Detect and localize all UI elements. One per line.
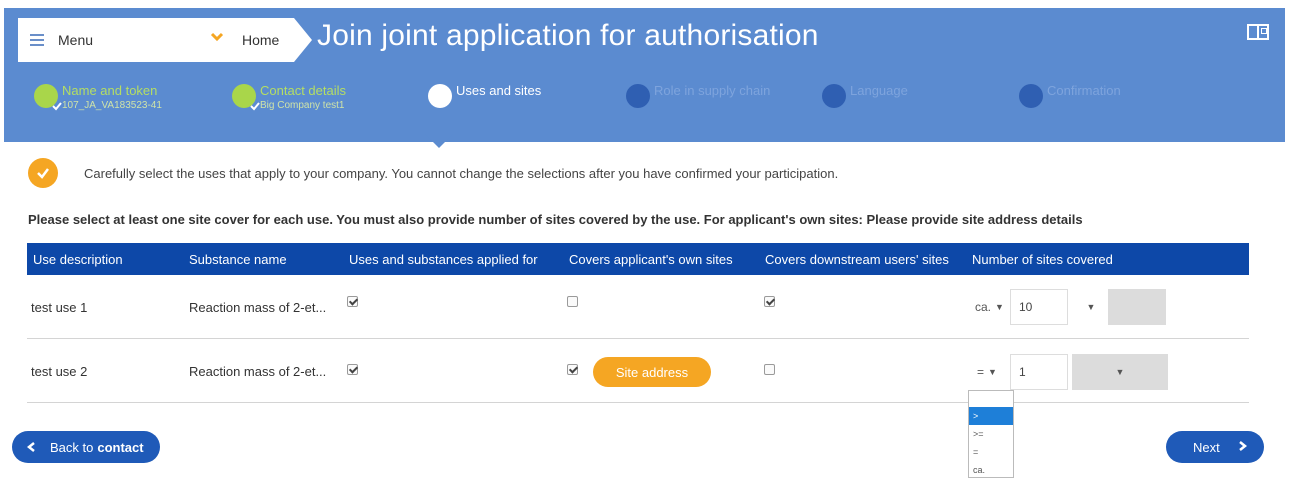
sites-number-value: 10 — [1019, 300, 1033, 314]
caret-down-icon: ▼ — [995, 302, 1004, 312]
step-label: Uses and sites — [456, 83, 542, 98]
qualifier-value: ca. — [975, 300, 992, 314]
step-confirmation: Confirmation — [1019, 84, 1121, 108]
step-current-icon — [428, 84, 452, 108]
instruction-text: Please select at least one site cover fo… — [28, 212, 1083, 227]
qualifier-option[interactable]: = — [969, 443, 1013, 461]
step-uses-and-sites: Uses and sites — [428, 84, 541, 108]
page-title: Join joint application for authorisation — [317, 19, 819, 52]
step-label: Role in supply chain — [654, 83, 771, 98]
breadcrumb-home-label: Home — [242, 32, 280, 48]
site-extra-field — [1108, 289, 1166, 325]
page-header: Menu Home Join joint application for aut… — [4, 8, 1285, 142]
sites-number-input[interactable]: 10 — [1010, 289, 1068, 325]
applied-checkbox[interactable] — [347, 269, 358, 333]
menu-dropdown[interactable]: Menu — [18, 18, 232, 62]
qualifier-option[interactable]: >= — [969, 425, 1013, 443]
step-sublabel: Big Company test1 — [260, 100, 345, 111]
step-complete-icon — [232, 84, 260, 111]
back-to-contact-button[interactable]: Back to contact — [12, 431, 160, 463]
substance-name: Reaction mass of 2-et... — [189, 363, 327, 379]
own-sites-checkbox[interactable] — [567, 337, 578, 401]
back-prefix: Back to — [50, 439, 94, 455]
caret-down-icon: ▼ — [988, 367, 997, 377]
unit-select[interactable]: ▼ — [1072, 354, 1168, 390]
qualifier-dropdown-list: > >= = ca. — [968, 390, 1014, 478]
qualifier-select[interactable]: = ▼ — [977, 354, 997, 390]
applied-checkbox[interactable] — [347, 337, 358, 401]
col-use-description: Use description — [33, 252, 123, 267]
back-target: contact — [97, 439, 144, 455]
progress-steps: Name and token 107_JA_VA183523-41 Contact… — [4, 78, 1285, 142]
qualifier-value: = — [977, 365, 985, 379]
current-step-pointer — [425, 134, 453, 148]
step-sublabel: 107_JA_VA183523-41 — [62, 100, 162, 111]
next-label: Next — [1193, 439, 1220, 455]
col-uses-applied: Uses and substances applied for — [349, 252, 538, 267]
book-icon[interactable] — [1247, 24, 1269, 40]
step-contact-details[interactable]: Contact details Big Company test1 — [232, 84, 346, 113]
downstream-sites-checkbox[interactable] — [764, 337, 775, 401]
downstream-sites-checkbox[interactable] — [764, 269, 775, 333]
qualifier-option[interactable] — [969, 391, 1013, 407]
step-label: Confirmation — [1047, 83, 1121, 98]
col-own-sites: Covers applicant's own sites — [569, 252, 733, 267]
substance-name: Reaction mass of 2-et... — [189, 299, 327, 315]
unit-select[interactable]: ▼ — [1072, 289, 1110, 325]
table-row: test use 2 Reaction mass of 2-et... Site… — [27, 339, 1249, 403]
table-header: Use description Substance name Uses and … — [27, 243, 1249, 275]
caret-down-icon: ▼ — [1086, 302, 1096, 312]
qualifier-option-selected[interactable]: > — [969, 407, 1013, 425]
step-pending-icon — [626, 84, 650, 108]
col-downstream-sites: Covers downstream users' sites — [765, 252, 949, 267]
menu-label: Menu — [58, 32, 94, 48]
step-label: Contact details — [260, 83, 346, 98]
use-description: test use 2 — [31, 363, 88, 379]
caret-down-icon: ▼ — [1115, 367, 1125, 377]
step-pending-icon — [1019, 84, 1043, 108]
step-pending-icon — [822, 84, 846, 108]
check-circle-icon — [28, 158, 58, 188]
table-row: test use 1 Reaction mass of 2-et... ca. ▼… — [27, 275, 1249, 339]
step-complete-icon — [34, 84, 62, 111]
next-button[interactable]: Next — [1166, 431, 1264, 463]
breadcrumb-home[interactable]: Home — [232, 18, 312, 62]
chevron-left-icon — [22, 437, 42, 457]
chevron-down-icon — [210, 32, 224, 42]
sites-number-value: 1 — [1019, 365, 1026, 379]
own-sites-checkbox[interactable] — [567, 269, 578, 333]
sites-number-input[interactable]: 1 — [1010, 354, 1068, 390]
notice-text: Carefully select the uses that apply to … — [84, 165, 839, 181]
qualifier-option[interactable]: ca. — [969, 461, 1013, 479]
step-label: Name and token — [62, 83, 158, 98]
qualifier-select[interactable]: ca. ▼ — [975, 289, 1004, 325]
info-notice: Carefully select the uses that apply to … — [28, 158, 838, 188]
step-role-in-supply-chain: Role in supply chain — [626, 84, 770, 108]
step-language: Language — [822, 84, 908, 108]
step-label: Language — [850, 83, 908, 98]
chevron-right-icon — [1236, 440, 1248, 455]
site-address-button[interactable]: Site address — [593, 357, 711, 387]
hamburger-icon — [30, 34, 44, 46]
use-description: test use 1 — [31, 299, 88, 315]
step-name-and-token[interactable]: Name and token 107_JA_VA183523-41 — [34, 84, 162, 113]
col-number-of-sites: Number of sites covered — [972, 252, 1113, 267]
col-substance-name: Substance name — [189, 252, 287, 267]
